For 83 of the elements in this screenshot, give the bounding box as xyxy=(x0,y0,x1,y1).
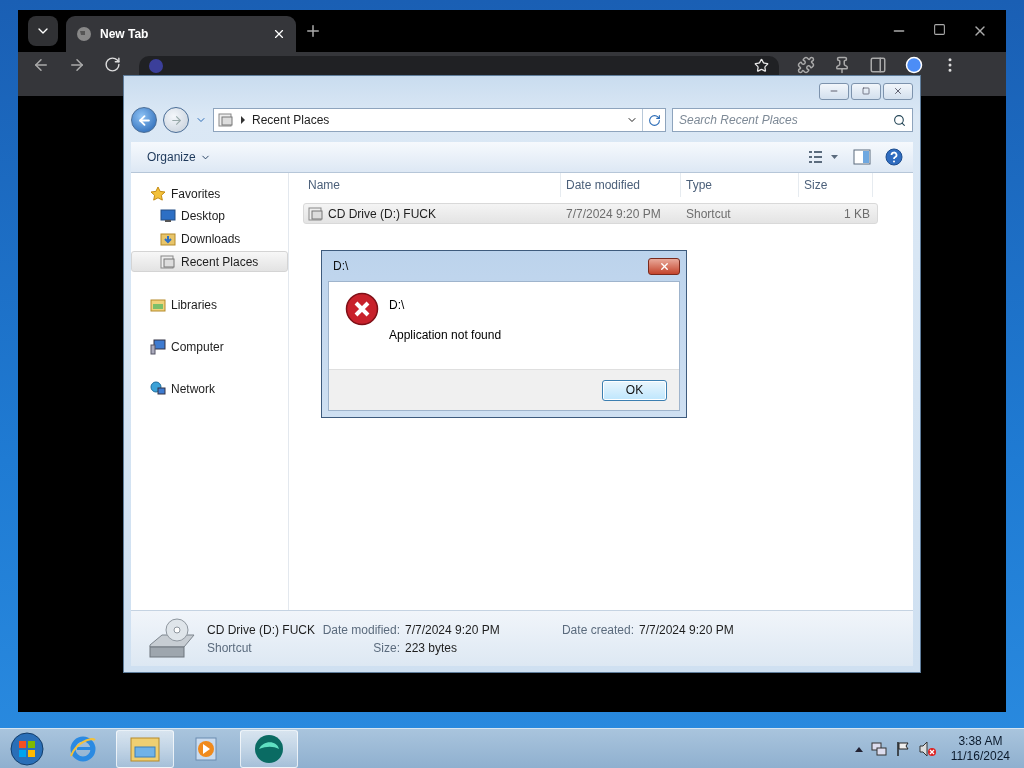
dialog-heading: D:\ xyxy=(389,298,406,312)
details-value: 223 bytes xyxy=(405,640,459,655)
date-cell-text: 7/7/2024 9:20 PM xyxy=(565,206,662,221)
column-header[interactable]: Type xyxy=(681,173,799,197)
details-label: Size: xyxy=(372,640,400,655)
pin-icon[interactable] xyxy=(833,56,851,74)
new-tab-icon[interactable] xyxy=(304,22,322,40)
back-button[interactable] xyxy=(131,107,157,133)
ok-button[interactable]: OK xyxy=(602,379,667,401)
desktop-icon xyxy=(160,208,176,223)
nav-item[interactable]: Downloads xyxy=(131,228,288,249)
taskbar-button[interactable] xyxy=(116,729,174,768)
close-icon xyxy=(893,86,903,96)
browser-tab[interactable]: New Tab xyxy=(66,16,296,52)
column-header[interactable]: Size xyxy=(799,173,873,197)
organize-menu[interactable]: Organize xyxy=(147,150,211,164)
recent-places-icon xyxy=(218,112,234,128)
details-label: Date created: xyxy=(560,622,634,637)
recent-places-icon xyxy=(308,205,324,222)
search-engine-icon xyxy=(149,58,163,73)
libraries-icon xyxy=(150,296,166,313)
maximize-icon[interactable] xyxy=(933,23,946,36)
forward-icon[interactable] xyxy=(68,56,86,74)
restore-icon xyxy=(862,87,870,95)
nav-item[interactable]: Desktop xyxy=(131,205,288,226)
type-cell-text: Shortcut xyxy=(685,206,732,221)
flag-icon[interactable] xyxy=(894,740,911,757)
star-icon xyxy=(150,185,166,202)
nav-item[interactable]: Libraries xyxy=(131,294,288,315)
nav-item[interactable]: Network xyxy=(131,378,288,399)
extensions-icon[interactable] xyxy=(797,56,815,74)
forward-button[interactable] xyxy=(163,107,189,133)
globe-icon xyxy=(76,26,92,42)
close-button[interactable] xyxy=(648,257,680,275)
size-cell-text: 1 KB xyxy=(843,206,871,221)
clock[interactable]: 3:38 AM 11/16/2024 xyxy=(950,733,1010,764)
folder-icon xyxy=(129,734,161,763)
app-icon xyxy=(253,732,285,765)
nav-item[interactable]: Favorites xyxy=(131,183,288,204)
details-value: 7/7/2024 9:20 PM xyxy=(405,622,501,637)
address-bar[interactable]: Recent Places xyxy=(213,108,666,132)
restore-button[interactable] xyxy=(851,82,881,100)
network-icon[interactable] xyxy=(870,740,887,757)
dialog-title: D:\ xyxy=(333,259,349,273)
forward-icon xyxy=(169,113,183,127)
taskbar-button[interactable] xyxy=(240,729,298,768)
back-icon[interactable] xyxy=(32,56,50,74)
folder-icon xyxy=(160,230,176,247)
column-header[interactable]: Date modified xyxy=(561,173,681,197)
profile-icon[interactable] xyxy=(905,56,923,74)
drive-icon xyxy=(147,616,197,661)
nav-item[interactable]: Recent Places xyxy=(131,251,288,272)
details-value: 7/7/2024 9:20 PM xyxy=(639,622,734,637)
muted-speaker-icon[interactable] xyxy=(918,740,937,757)
help-icon[interactable] xyxy=(885,148,903,166)
network-icon xyxy=(150,380,166,397)
nav-item[interactable]: Computer xyxy=(131,336,288,357)
search-field[interactable]: Search Recent Places xyxy=(672,108,913,132)
star-icon[interactable] xyxy=(754,58,769,73)
minimize-button[interactable] xyxy=(819,82,849,100)
reload-icon[interactable] xyxy=(104,56,121,73)
details-label: Date modified: xyxy=(321,622,400,637)
close-icon[interactable] xyxy=(272,27,286,41)
caret-up-icon[interactable] xyxy=(854,745,863,752)
start-button[interactable] xyxy=(9,730,45,767)
recent-places-icon xyxy=(160,253,176,270)
details-type: Shortcut xyxy=(207,640,253,655)
close-icon xyxy=(658,260,670,272)
dialog-message: Application not found xyxy=(389,328,502,342)
tab-search-button[interactable] xyxy=(28,16,58,46)
close-button[interactable] xyxy=(883,82,913,100)
computer-icon xyxy=(150,338,166,355)
file-row[interactable]: CD Drive (D:) FUCK 7/7/2024 9:20 PM Shortcut 1 KB xyxy=(303,203,878,224)
views-icon[interactable] xyxy=(809,150,839,164)
search-icon xyxy=(893,113,906,127)
refresh-icon xyxy=(647,113,661,127)
column-header[interactable]: Name xyxy=(303,173,561,197)
caret-icon xyxy=(240,116,246,124)
details-name: CD Drive (D:) FUCK xyxy=(207,622,315,637)
side-panel-icon[interactable] xyxy=(869,56,887,74)
error-icon xyxy=(345,292,379,326)
file-name: CD Drive (D:) FUCK xyxy=(328,206,436,221)
back-icon xyxy=(136,112,152,128)
